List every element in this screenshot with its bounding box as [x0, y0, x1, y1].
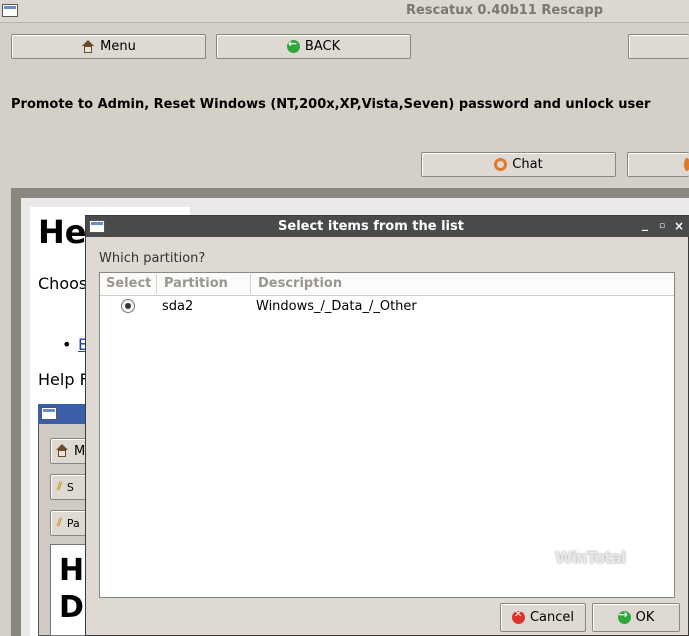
back-button[interactable]: BACK [216, 34, 411, 59]
ok-button-label: OK [635, 610, 655, 625]
nested-button-3: ⫽ Pa [50, 510, 90, 536]
cancel-icon [511, 609, 525, 624]
watermark-logo: WinTotal [555, 548, 626, 567]
dialog-title: Select items from the list [278, 219, 464, 234]
nested-button-label: M [74, 443, 86, 459]
row-partition: sda2 [162, 299, 194, 314]
nested-heading-1: H [59, 553, 85, 588]
action-description: Promote to Admin, Reset Windows (NT,200x… [11, 97, 651, 112]
bullet: • [62, 335, 72, 354]
nested-menu-button: M [50, 438, 90, 464]
second-help-button[interactable] [627, 152, 689, 177]
help-text: Help F [38, 370, 89, 389]
chat-button-label: Chat [512, 157, 543, 172]
house-icon [81, 39, 95, 54]
toolbar-button-offscreen[interactable] [628, 34, 689, 59]
help-intro-text: Choos [38, 274, 88, 293]
maximize-icon[interactable]: ▫ [656, 221, 668, 231]
tools-icon: ⫽ [57, 516, 62, 529]
menu-button-label: Menu [100, 39, 136, 54]
column-header-select[interactable]: Select [106, 276, 151, 291]
tools-icon: ⫽ [57, 480, 62, 493]
nested-button-2: ⫽ S [50, 474, 90, 500]
close-icon[interactable]: × [673, 219, 685, 233]
back-button-label: BACK [304, 39, 341, 54]
menu-button[interactable]: Menu [11, 34, 206, 59]
back-arrow-icon [286, 37, 300, 53]
column-header-description[interactable]: Description [258, 276, 342, 291]
ok-button[interactable]: OK [592, 603, 680, 632]
row-select-radio[interactable] [121, 299, 135, 313]
dialog-question: Which partition? [99, 251, 206, 266]
nested-button-label: S [66, 480, 74, 494]
column-separator [156, 274, 157, 294]
nested-window-icon [41, 407, 57, 420]
minimize-icon[interactable]: _ [639, 217, 651, 231]
help-heading: He [38, 213, 87, 251]
column-separator [250, 274, 251, 294]
window-title: Rescatux 0.40b11 Rescapp [405, 3, 604, 18]
nested-heading-2: D [59, 590, 84, 625]
chat-button[interactable]: Chat [421, 152, 616, 177]
row-description: Windows_/_Data_/_Other [256, 299, 417, 314]
lifebuoy-icon [494, 158, 508, 171]
lifebuoy-icon [684, 158, 689, 171]
cancel-button-label: Cancel [529, 610, 575, 625]
nested-button-label: Pa [66, 516, 80, 530]
house-icon [55, 444, 69, 458]
ok-icon [617, 608, 631, 624]
column-header-partition[interactable]: Partition [164, 276, 228, 291]
cancel-button[interactable]: Cancel [500, 603, 586, 632]
